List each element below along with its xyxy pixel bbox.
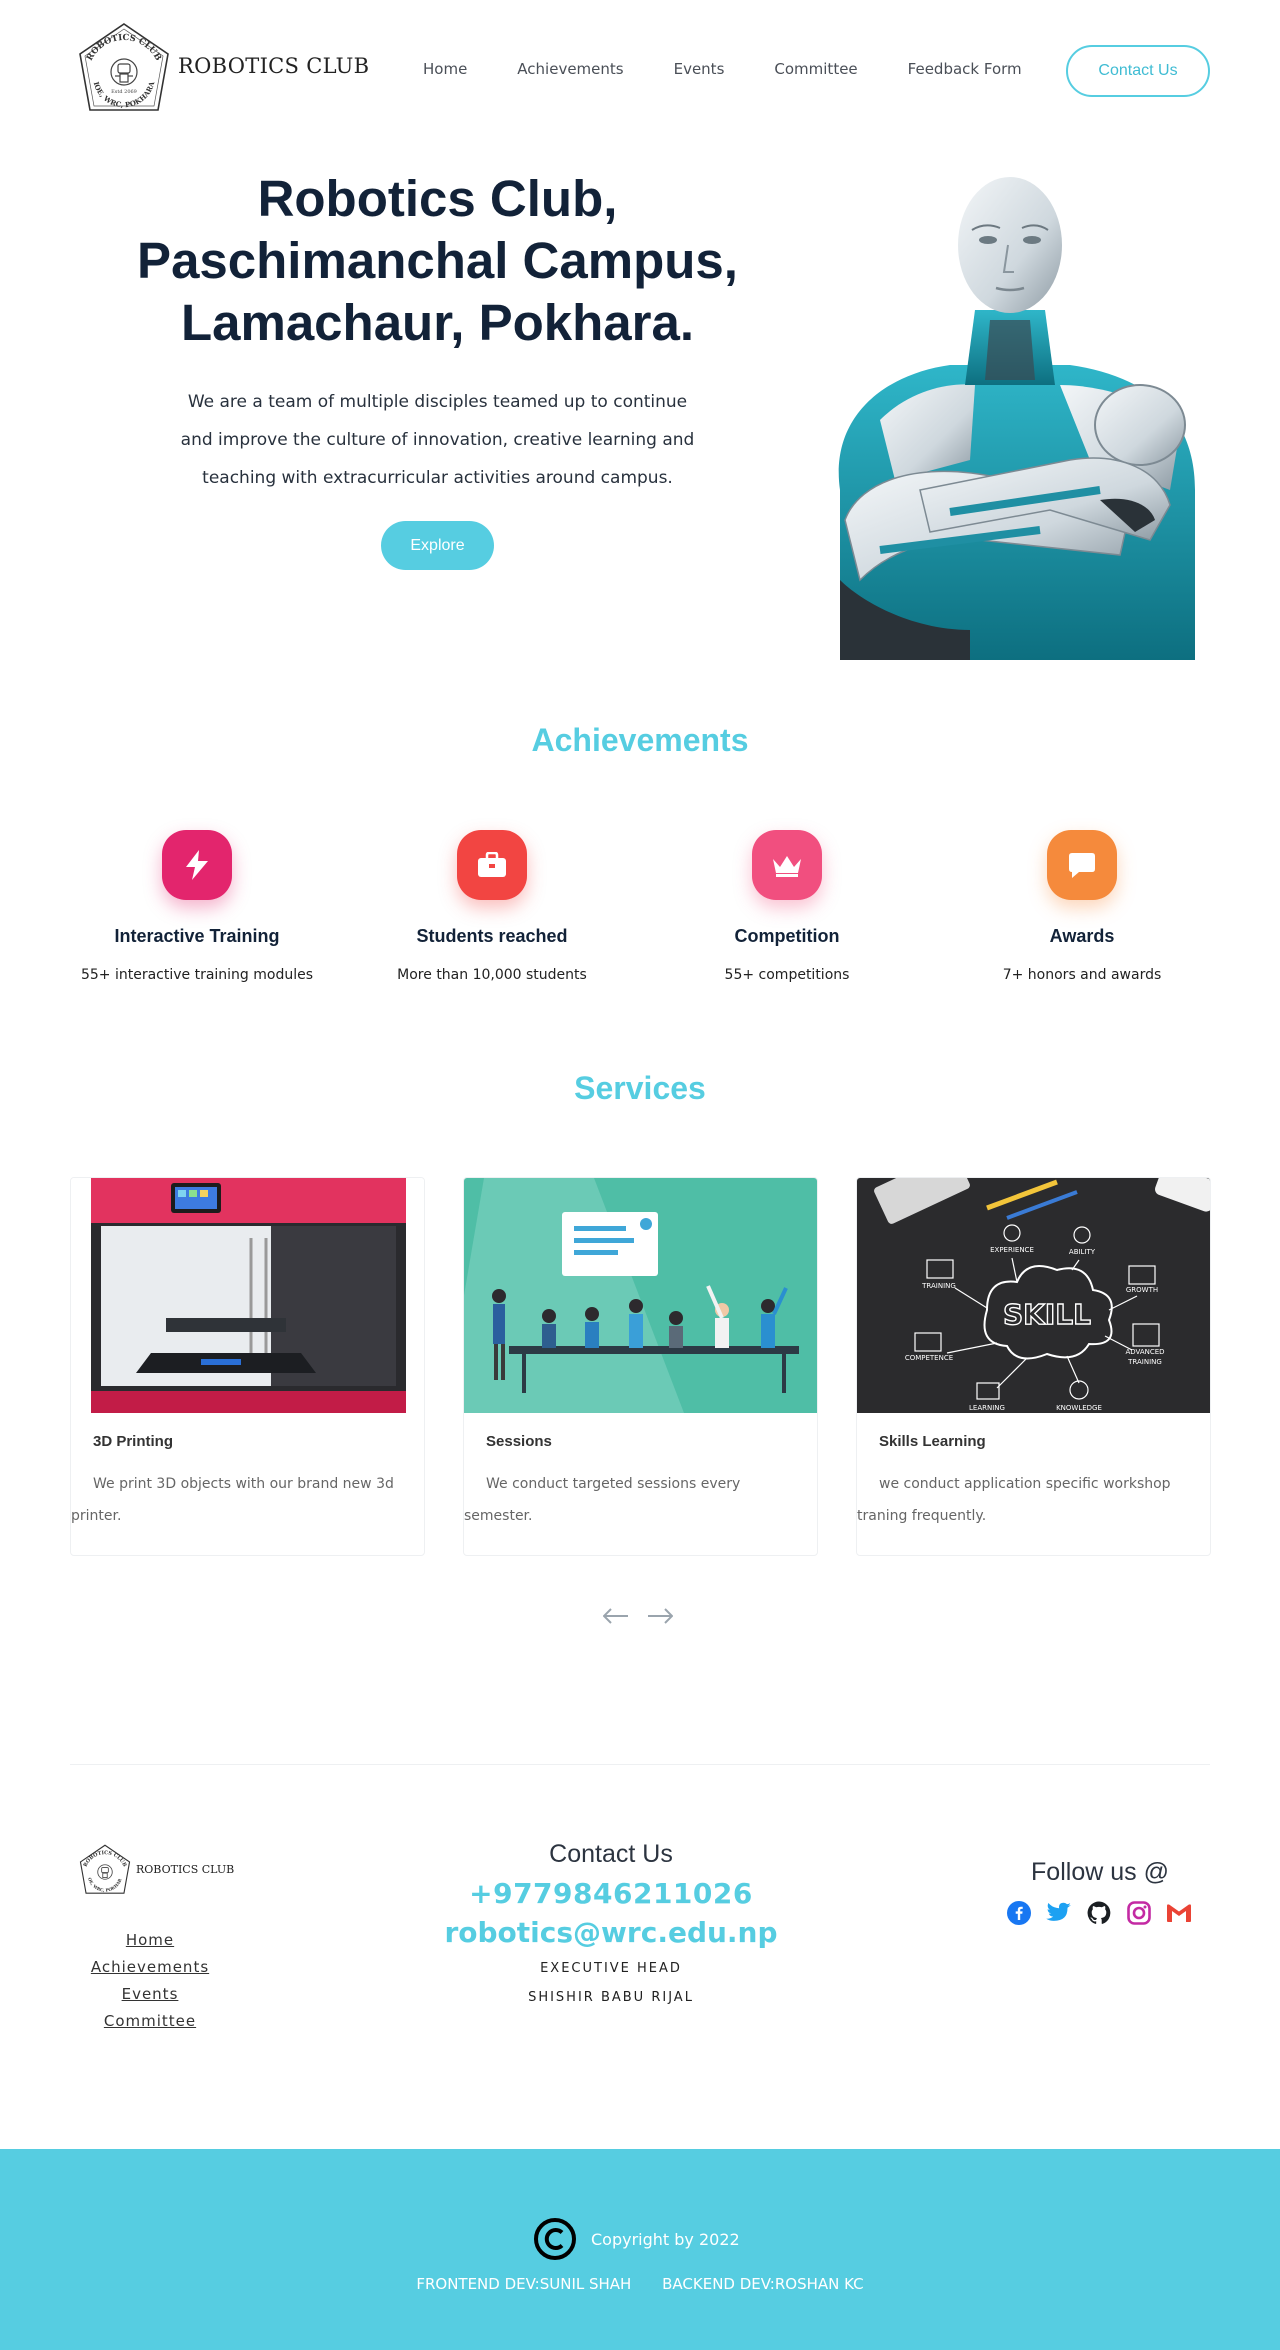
achievement-desc: 55+ competitions — [724, 967, 850, 983]
robot-illustration — [838, 177, 1195, 660]
contact-phone[interactable]: +9779846211026 — [411, 1877, 811, 1910]
svg-text:Estd 2069: Estd 2069 — [111, 89, 137, 95]
brand-logo[interactable]: ROBOTICS CLUB IOE, WRC, POKHARA Estd 206… — [72, 20, 369, 124]
instagram-icon[interactable] — [1126, 1900, 1152, 1926]
skill-chalkboard-image: SKILL EXPERIENCE ABILITY TRAINING GROWTH… — [857, 1178, 1210, 1413]
hero-desc-line: and improve the culture of innovation, c… — [180, 430, 695, 450]
service-card-sessions[interactable]: Sessions We conduct targeted sessions ev… — [463, 1177, 818, 1556]
carousel-controls — [601, 1603, 689, 1629]
footer-logo[interactable]: ROBOTICS CLUB IOE, WRC, POKHARA ROBOTICS… — [76, 1843, 234, 1901]
achievement-name: Interactive Training — [114, 926, 280, 946]
hero-description: We are a team of multiple disciples team… — [160, 383, 715, 497]
svg-text:SKILL: SKILL — [1003, 1298, 1091, 1331]
footer-link-events[interactable]: Events — [60, 1981, 240, 2008]
achievement-card-competition: Competition 55+ competitions — [642, 830, 932, 983]
copyright-row: Copyright by 2022 — [533, 2217, 740, 2261]
footer-brand-name: ROBOTICS CLUB — [136, 1862, 235, 1876]
hero-desc-line: teaching with extracurricular activities… — [202, 468, 673, 488]
service-name: Skills Learning — [879, 1433, 986, 1450]
hero-desc-line: We are a team of multiple disciples team… — [187, 392, 688, 412]
footer-contact: Contact Us +9779846211026 robotics@wrc.e… — [411, 1840, 811, 2005]
main-nav: Home Achievements Events Committee Feedb… — [423, 60, 1022, 78]
frontend-dev-credit: FRONTEND DEV:SUNIL SHAH — [416, 2275, 632, 2293]
service-desc: we conduct application specific workshop… — [857, 1476, 1171, 1524]
club-seal-icon: ROBOTICS CLUB IOE, WRC, POKHARA Estd 206… — [79, 23, 169, 111]
arrow-right-icon[interactable] — [645, 1603, 675, 1629]
achievement-desc: More than 10,000 students — [397, 967, 587, 983]
contact-email[interactable]: robotics@wrc.edu.np — [411, 1916, 811, 1949]
sessions-image — [464, 1178, 817, 1413]
contact-person: SHISHIR BABU RIJAL — [528, 1990, 694, 2005]
nav-achievements[interactable]: Achievements — [517, 60, 623, 78]
svg-text:EXPERIENCE: EXPERIENCE — [990, 1246, 1034, 1254]
achievement-desc: 7+ honors and awards — [1002, 967, 1162, 983]
developer-credits: FRONTEND DEV:SUNIL SHAH BACKEND DEV:ROSH… — [0, 2275, 1280, 2293]
hero-title-line: Robotics Club, — [257, 170, 618, 227]
top-navbar: ROBOTICS CLUB IOE, WRC, POKHARA Estd 206… — [0, 0, 1280, 140]
arrow-left-icon[interactable] — [601, 1603, 631, 1629]
contact-role: EXECUTIVE HEAD — [540, 1961, 682, 1976]
contact-us-button[interactable]: Contact Us — [1066, 45, 1210, 97]
hero-title: Robotics Club, Paschimanchal Campus, Lam… — [80, 168, 795, 354]
services-title: Services — [574, 1070, 706, 1106]
social-links — [1006, 1900, 1192, 1926]
service-desc: We conduct targeted sessions every semes… — [464, 1476, 741, 1524]
svg-text:KNOWLEDGE: KNOWLEDGE — [1056, 1404, 1102, 1412]
achievement-card-students: Students reached More than 10,000 studen… — [347, 830, 637, 983]
svg-text:GROWTH: GROWTH — [1126, 1286, 1158, 1294]
backend-dev-credit: BACKEND DEV:ROSHAN KC — [662, 2275, 864, 2293]
achievement-name: Awards — [1049, 926, 1115, 946]
brand-name: ROBOTICS CLUB — [178, 54, 370, 78]
nav-feedback-form[interactable]: Feedback Form — [908, 60, 1022, 78]
achievements-title: Achievements — [531, 722, 749, 758]
3d-printer-image — [71, 1178, 424, 1413]
explore-button[interactable]: Explore — [381, 521, 494, 570]
nav-committee[interactable]: Committee — [774, 60, 857, 78]
facebook-icon[interactable] — [1006, 1900, 1032, 1926]
footer-link-home[interactable]: Home — [60, 1927, 240, 1954]
gmail-icon[interactable] — [1166, 1900, 1192, 1926]
hero-title-line: Paschimanchal Campus, — [137, 232, 738, 289]
svg-text:ABILITY: ABILITY — [1069, 1248, 1096, 1256]
nav-home[interactable]: Home — [423, 60, 467, 78]
achievement-name: Competition — [734, 926, 840, 946]
hero-title-line: Lamachaur, Pokhara. — [180, 294, 695, 351]
chat-icon — [1047, 830, 1117, 900]
nav-events[interactable]: Events — [674, 60, 725, 78]
achievement-card-awards: Awards 7+ honors and awards — [937, 830, 1227, 983]
briefcase-icon — [457, 830, 527, 900]
footer-nav: Home Achievements Events Committee — [60, 1927, 240, 2035]
club-seal-icon: ROBOTICS CLUB IOE, WRC, POKHARA — [76, 1843, 131, 1894]
service-card-3d-printing[interactable]: 3D Printing We print 3D objects with our… — [70, 1177, 425, 1556]
service-name: 3D Printing — [93, 1433, 174, 1450]
footer-link-committee[interactable]: Committee — [60, 2008, 240, 2035]
svg-text:LEARNING: LEARNING — [969, 1404, 1005, 1412]
service-desc: We print 3D objects with our brand new 3… — [71, 1476, 394, 1524]
svg-text:TRAINING: TRAINING — [1127, 1358, 1162, 1366]
achievement-name: Students reached — [416, 926, 568, 946]
service-card-skills-learning[interactable]: SKILL EXPERIENCE ABILITY TRAINING GROWTH… — [856, 1177, 1211, 1556]
twitter-icon[interactable] — [1046, 1900, 1072, 1926]
achievement-card-training: Interactive Training 55+ interactive tra… — [52, 830, 342, 983]
bolt-icon — [162, 830, 232, 900]
copyright-text: Copyright by 2022 — [591, 2229, 740, 2249]
crown-icon — [752, 830, 822, 900]
github-icon[interactable] — [1086, 1900, 1112, 1926]
copyright-icon — [534, 2218, 576, 2260]
footer-divider — [70, 1764, 1210, 1765]
follow-heading: Follow us @ — [1031, 1858, 1169, 1886]
footer-link-achievements[interactable]: Achievements — [60, 1954, 240, 1981]
service-name: Sessions — [486, 1433, 552, 1450]
contact-heading: Contact Us — [549, 1840, 673, 1868]
svg-text:TRAINING: TRAINING — [921, 1282, 956, 1290]
svg-text:COMPETENCE: COMPETENCE — [905, 1354, 953, 1362]
achievement-desc: 55+ interactive training modules — [80, 967, 314, 983]
